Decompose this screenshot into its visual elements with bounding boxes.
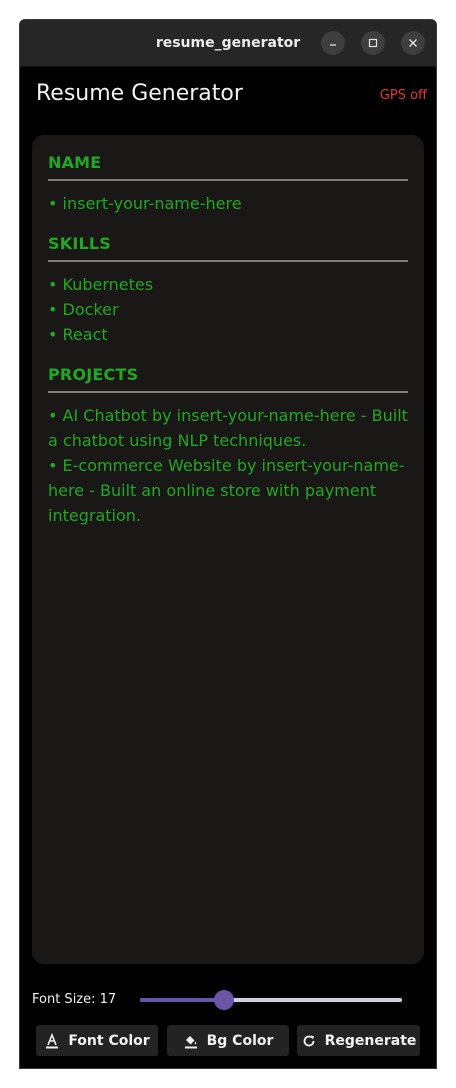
action-bar: Font Color Bg Color Regenerate bbox=[20, 1025, 436, 1056]
refresh-icon bbox=[303, 1035, 314, 1046]
font-color-label: Font Color bbox=[68, 1032, 150, 1049]
app-window: resume_generator Resume Generator GPS of… bbox=[19, 19, 437, 1069]
resume-section-name: NAME • insert-your-name-here bbox=[48, 153, 408, 216]
list-item: • React bbox=[48, 325, 108, 344]
section-heading: NAME bbox=[48, 153, 408, 181]
list-item: • AI Chatbot by insert-your-name-here - … bbox=[48, 406, 408, 450]
minimize-button[interactable] bbox=[321, 31, 345, 55]
maximize-button[interactable] bbox=[361, 31, 385, 55]
slider-thumb[interactable] bbox=[213, 990, 234, 1010]
minimize-icon bbox=[330, 44, 336, 46]
gps-status: GPS off bbox=[379, 88, 427, 103]
bg-color-label: Bg Color bbox=[206, 1032, 274, 1049]
title-bar[interactable]: resume_generator bbox=[20, 20, 436, 67]
paint-bucket-icon bbox=[184, 1035, 197, 1048]
maximize-icon bbox=[368, 38, 378, 48]
slider-fill bbox=[140, 998, 224, 1002]
list-item: • Kubernetes bbox=[48, 275, 154, 294]
font-color-button[interactable]: Font Color bbox=[36, 1025, 158, 1056]
resume-section-projects: PROJECTS • AI Chatbot by insert-your-nam… bbox=[48, 365, 408, 528]
page-title: Resume Generator bbox=[36, 81, 243, 106]
list-item: • Docker bbox=[48, 300, 119, 319]
font-size-label: Font Size: 17 bbox=[32, 992, 117, 1007]
bg-color-button[interactable]: Bg Color bbox=[167, 1025, 289, 1056]
section-heading: SKILLS bbox=[48, 234, 408, 262]
close-icon bbox=[409, 39, 417, 47]
list-item: • E-commerce Website by insert-your-name… bbox=[48, 456, 405, 525]
font-color-icon bbox=[46, 1032, 59, 1048]
section-heading: PROJECTS bbox=[48, 365, 408, 393]
resume-section-skills: SKILLS • Kubernetes • Docker • React bbox=[48, 234, 408, 347]
resume-card: NAME • insert-your-name-here SKILLS • Ku… bbox=[32, 135, 424, 964]
font-size-slider[interactable] bbox=[140, 990, 402, 1010]
list-item: • insert-your-name-here bbox=[48, 194, 242, 213]
regenerate-button[interactable]: Regenerate bbox=[297, 1025, 420, 1056]
close-button[interactable] bbox=[401, 31, 425, 55]
regenerate-label: Regenerate bbox=[324, 1032, 417, 1049]
